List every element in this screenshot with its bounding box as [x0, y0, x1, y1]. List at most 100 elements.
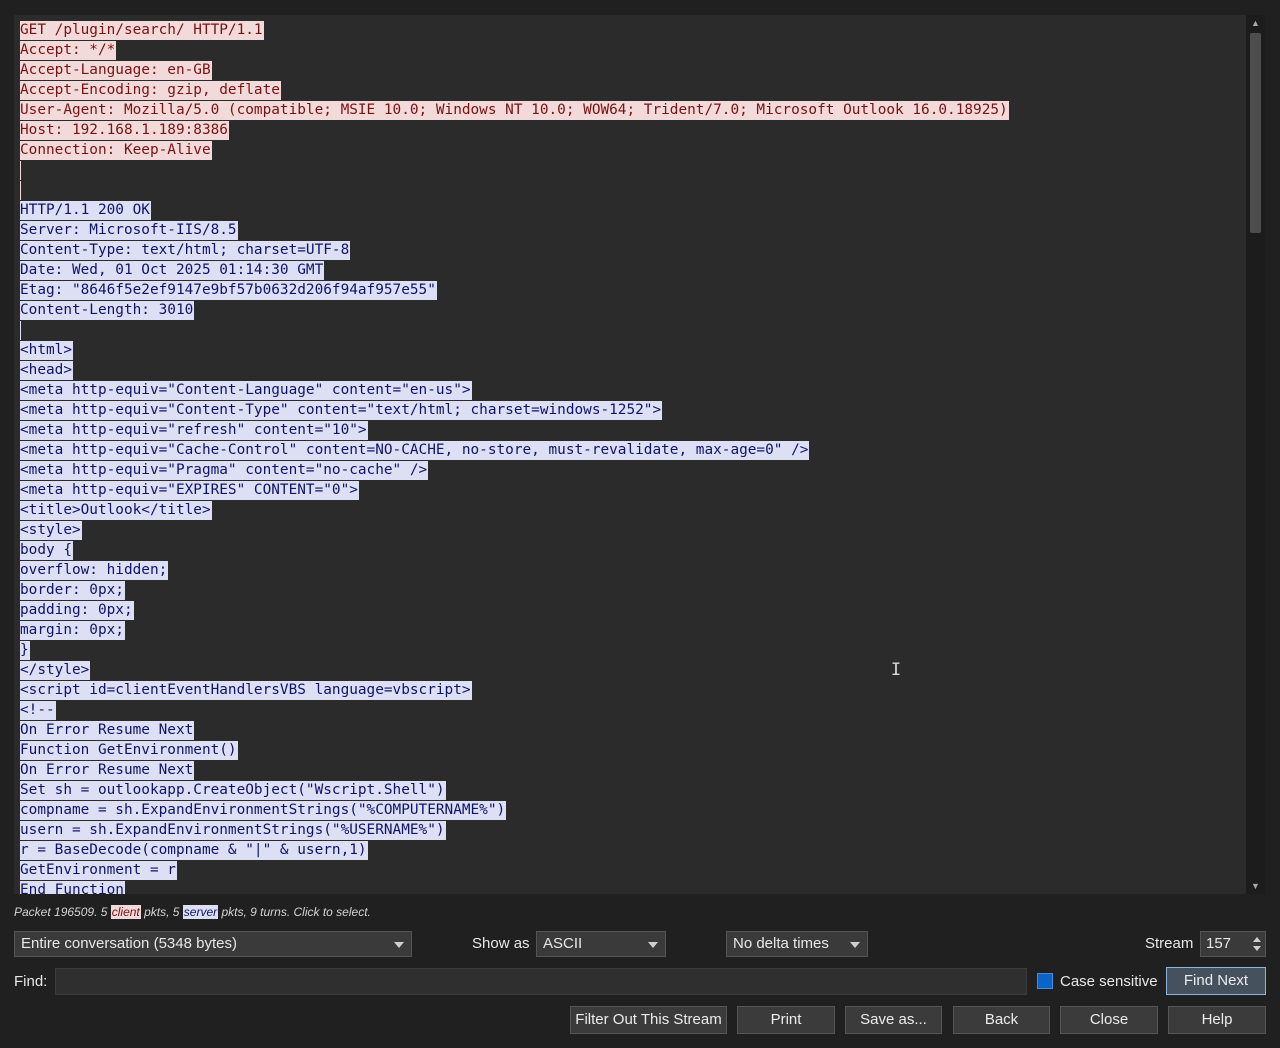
server-stream-line[interactable]: <script id=clientEventHandlersVBS langua… [20, 680, 1246, 700]
filter-out-stream-button[interactable]: Filter Out This Stream [570, 1006, 727, 1034]
status-text-part3: pkts, 9 turns. Click to select. [218, 905, 371, 919]
stream-line-text: Date: Wed, 01 Oct 2025 01:14:30 GMT [20, 261, 325, 280]
chevron-down-icon [394, 942, 404, 948]
delta-times-select-value: No delta times [733, 935, 829, 952]
stream-status-line[interactable]: Packet 196509. 5 client pkts, 5 server p… [14, 903, 371, 921]
server-stream-line[interactable]: Set sh = outlookapp.CreateObject("Wscrip… [20, 780, 1246, 800]
server-stream-line[interactable]: <!-- [20, 700, 1246, 720]
server-stream-line[interactable]: Content-Type: text/html; charset=UTF-8 [20, 240, 1246, 260]
print-button[interactable]: Print [737, 1006, 835, 1034]
stream-number-spinbox[interactable]: 157 [1200, 931, 1266, 957]
stream-line-text: User-Agent: Mozilla/5.0 (compatible; MSI… [20, 101, 1009, 120]
client-tag: client [110, 905, 141, 919]
server-stream-line[interactable]: On Error Resume Next [20, 720, 1246, 740]
client-stream-line[interactable]: User-Agent: Mozilla/5.0 (compatible; MSI… [20, 100, 1246, 120]
server-stream-line[interactable]: </style> [20, 660, 1246, 680]
stream-line-text: <meta http-equiv="refresh" content="10"> [20, 421, 368, 440]
server-stream-line[interactable]: margin: 0px; [20, 620, 1246, 640]
stream-line-text: Etag: "8646f5e2ef9147e9bf57b0632d206f94a… [20, 281, 437, 300]
client-stream-line[interactable]: Accept-Encoding: gzip, deflate [20, 80, 1246, 100]
stream-text[interactable]: GET /plugin/search/ HTTP/1.1 Accept: */* A… [20, 20, 1246, 894]
back-button[interactable]: Back [953, 1006, 1050, 1034]
server-stream-line[interactable]: <style> [20, 520, 1246, 540]
server-stream-line[interactable]: Etag: "8646f5e2ef9147e9bf57b0632d206f94a… [20, 280, 1246, 300]
server-stream-line[interactable]: <title>Outlook</title> [20, 500, 1246, 520]
server-stream-line[interactable]: <meta http-equiv="EXPIRES" CONTENT="0"> [20, 480, 1246, 500]
help-button[interactable]: Help [1168, 1006, 1266, 1034]
scroll-down-arrow-icon[interactable]: ▼ [1246, 878, 1265, 894]
server-stream-line[interactable]: Date: Wed, 01 Oct 2025 01:14:30 GMT [20, 260, 1246, 280]
server-stream-line[interactable]: HTTP/1.1 200 OK [20, 200, 1246, 220]
status-text-part1: Packet 196509. 5 [14, 905, 111, 919]
server-stream-line[interactable]: <meta http-equiv="Pragma" content="no-ca… [20, 460, 1246, 480]
server-stream-line[interactable]: <meta http-equiv="refresh" content="10"> [20, 420, 1246, 440]
stream-line-text: <!-- [20, 701, 56, 720]
client-stream-line[interactable]: Host: 192.168.1.189:8386 [20, 120, 1246, 140]
server-stream-line[interactable]: GetEnvironment = r [20, 860, 1246, 880]
server-stream-line[interactable]: r = BaseDecode(compname & "|" & usern,1) [20, 840, 1246, 860]
stream-line-text: Accept-Encoding: gzip, deflate [20, 81, 281, 100]
server-stream-line[interactable]: <meta http-equiv="Cache-Control" content… [20, 440, 1246, 460]
stream-line-text [20, 321, 21, 340]
scrollbar-thumb[interactable] [1250, 33, 1261, 233]
server-stream-line[interactable]: overflow: hidden; [20, 560, 1246, 580]
stream-line-text: GET /plugin/search/ HTTP/1.1 [20, 21, 264, 40]
show-as-label: Show as [472, 935, 530, 952]
server-stream-line[interactable]: body { [20, 540, 1246, 560]
spin-buttons[interactable] [1249, 932, 1265, 956]
server-stream-line[interactable]: On Error Resume Next [20, 760, 1246, 780]
save-as-button[interactable]: Save as... [845, 1006, 942, 1034]
stream-label: Stream [1145, 935, 1194, 952]
scroll-up-arrow-icon[interactable]: ▲ [1246, 15, 1265, 31]
server-stream-line[interactable]: compname = sh.ExpandEnvironmentStrings("… [20, 800, 1246, 820]
spin-up-icon[interactable] [1253, 937, 1261, 942]
stream-line-text: <meta http-equiv="Pragma" content="no-ca… [20, 461, 429, 480]
find-label: Find: [14, 973, 48, 990]
stream-line-text: padding: 0px; [20, 601, 134, 620]
server-stream-line[interactable]: <meta http-equiv="Content-Language" cont… [20, 380, 1246, 400]
chevron-down-icon [648, 942, 658, 948]
server-stream-line[interactable]: <html> [20, 340, 1246, 360]
stream-line-text: compname = sh.ExpandEnvironmentStrings("… [20, 801, 507, 820]
case-sensitive-checkbox[interactable] [1037, 973, 1053, 989]
stream-content-pane[interactable]: GET /plugin/search/ HTTP/1.1 Accept: */* A… [14, 15, 1246, 894]
stream-line-text: <style> [20, 521, 82, 540]
find-input[interactable] [55, 968, 1027, 995]
client-stream-line[interactable]: Accept: */* [20, 40, 1246, 60]
server-stream-line[interactable]: border: 0px; [20, 580, 1246, 600]
client-stream-line[interactable] [20, 180, 1246, 200]
stream-line-text: <title>Outlook</title> [20, 501, 212, 520]
server-stream-line[interactable] [20, 320, 1246, 340]
server-stream-line[interactable]: } [20, 640, 1246, 660]
server-stream-line[interactable]: End Function [20, 880, 1246, 894]
stream-line-text: Content-Type: text/html; charset=UTF-8 [20, 241, 351, 260]
find-next-button[interactable]: Find Next [1166, 967, 1266, 995]
delta-times-select[interactable]: No delta times [726, 931, 868, 957]
server-stream-line[interactable]: Function GetEnvironment() [20, 740, 1246, 760]
server-stream-line[interactable]: <head> [20, 360, 1246, 380]
server-stream-line[interactable]: usern = sh.ExpandEnvironmentStrings("%US… [20, 820, 1246, 840]
server-stream-line[interactable]: <meta http-equiv="Content-Type" content=… [20, 400, 1246, 420]
stream-line-text: Set sh = outlookapp.CreateObject("Wscrip… [20, 781, 446, 800]
client-stream-line[interactable]: Accept-Language: en-GB [20, 60, 1246, 80]
show-as-select-value: ASCII [543, 935, 583, 952]
server-stream-line[interactable]: Server: Microsoft-IIS/8.5 [20, 220, 1246, 240]
client-stream-line[interactable]: Connection: Keep-Alive [20, 140, 1246, 160]
case-sensitive-label[interactable]: Case sensitive [1060, 972, 1158, 992]
server-stream-line[interactable]: padding: 0px; [20, 600, 1246, 620]
close-button[interactable]: Close [1060, 1006, 1158, 1034]
chevron-down-icon [850, 942, 860, 948]
stream-line-text: <meta http-equiv="Cache-Control" content… [20, 441, 810, 460]
stream-line-text [20, 181, 21, 200]
client-stream-line[interactable]: GET /plugin/search/ HTTP/1.1 [20, 20, 1246, 40]
stream-line-text: <meta http-equiv="Content-Type" content=… [20, 401, 663, 420]
vertical-scrollbar[interactable]: ▲ ▼ [1246, 15, 1265, 894]
show-as-select[interactable]: ASCII [536, 931, 666, 957]
stream-line-text: Host: 192.168.1.189:8386 [20, 121, 229, 140]
conversation-select[interactable]: Entire conversation (5348 bytes) [14, 931, 412, 957]
client-stream-line[interactable] [20, 160, 1246, 180]
stream-line-text: Content-Length: 3010 [20, 301, 195, 320]
spin-down-icon[interactable] [1253, 946, 1261, 951]
server-stream-line[interactable]: Content-Length: 3010 [20, 300, 1246, 320]
stream-line-text: overflow: hidden; [20, 561, 169, 580]
